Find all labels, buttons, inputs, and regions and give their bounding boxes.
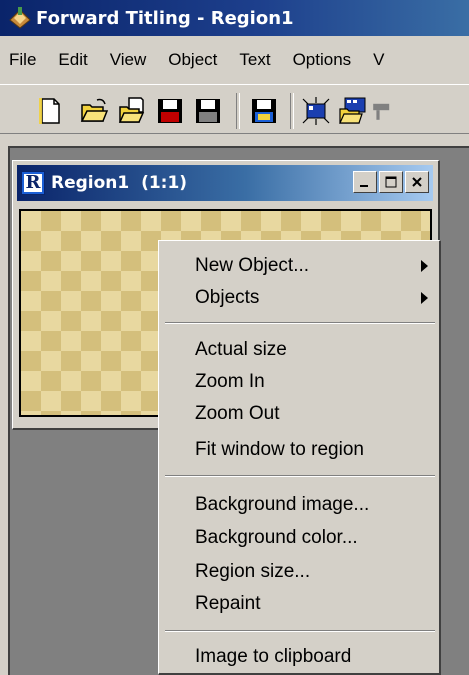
save-button[interactable] [154,95,186,127]
toolbar [0,84,469,134]
save-as-button[interactable] [192,95,224,127]
more-button[interactable] [370,95,394,127]
menu-item-actual-size[interactable]: Actual size [195,335,287,365]
close-icon [412,177,422,187]
menu-item-objects[interactable]: Objects [195,283,259,313]
new-icon [39,98,60,124]
edit-region-icon [339,97,366,124]
menu-item-new-object[interactable]: New Object... [195,251,309,281]
region-title: Region1 (1:1) [51,173,188,193]
open-folder-button[interactable] [78,95,110,127]
submenu-arrow-icon [421,292,428,304]
menu-edit[interactable]: Edit [47,50,98,70]
save-region-button[interactable] [248,95,280,127]
menu-item-region-size[interactable]: Region size... [195,557,310,587]
context-menu: New Object... Objects Actual size Zoom I… [158,240,441,675]
more-icon [373,103,390,120]
menu-object[interactable]: Object [157,50,228,70]
minimize-icon [360,185,368,187]
menu-v[interactable]: V [362,50,395,70]
submenu-arrow-icon [421,260,428,272]
app-icon [9,7,31,29]
menu-separator [165,630,435,632]
open-folder-icon [80,98,109,122]
menu-item-zoom-in[interactable]: Zoom In [195,367,265,397]
region-icon: R [21,171,45,195]
region-titlebar[interactable]: R Region1 (1:1) [17,165,433,201]
save-as-icon [196,99,220,123]
menu-item-background-color[interactable]: Background color... [195,523,358,553]
close-button[interactable] [405,171,429,193]
maximize-button[interactable] [379,171,403,193]
menu-file[interactable]: File [0,50,47,70]
highlight-region-button[interactable] [300,95,332,127]
menu-item-image-to-clipboard[interactable]: Image to clipboard [195,642,351,672]
menu-item-background-image[interactable]: Background image... [195,490,369,520]
edit-region-button[interactable] [336,95,368,127]
minimize-button[interactable] [353,171,377,193]
menu-item-zoom-out[interactable]: Zoom Out [195,399,279,429]
app-title: Forward Titling - Region1 [36,7,294,29]
window-controls [351,171,429,193]
app-titlebar[interactable]: Forward Titling - Region1 [0,0,469,36]
menu-options[interactable]: Options [282,50,363,70]
new-button[interactable] [34,95,66,127]
menu-separator [165,475,435,477]
menu-text[interactable]: Text [228,50,281,70]
region-icon-letter: R [24,172,42,193]
toolbar-separator-2 [290,93,294,129]
menu-item-fit-window[interactable]: Fit window to region [195,435,364,465]
open-file-icon [118,97,145,123]
save-region-icon [252,99,276,123]
menu-item-repaint[interactable]: Repaint [195,589,261,619]
menu-view[interactable]: View [99,50,158,70]
menu-separator [165,322,435,324]
open-file-button[interactable] [116,95,148,127]
highlight-region-icon [302,97,330,125]
maximize-icon [385,176,397,188]
save-icon [158,99,182,123]
toolbar-separator [236,93,240,129]
menubar: File Edit View Object Text Options V [0,36,469,84]
